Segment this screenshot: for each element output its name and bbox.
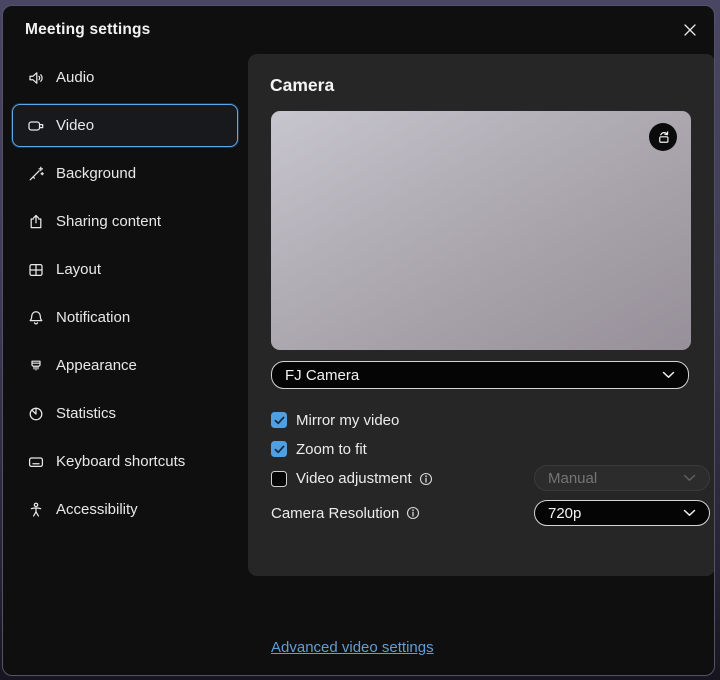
sidebar-item-sharing-content[interactable]: Sharing content	[12, 200, 238, 243]
adjustment-mode-value: Manual	[548, 470, 597, 487]
camera-resolution-label: Camera Resolution	[271, 505, 399, 522]
sidebar-item-label: Notification	[56, 309, 130, 326]
close-button[interactable]	[676, 16, 704, 44]
video-adjustment-label: Video adjustment	[296, 470, 412, 487]
camera-resolution-select[interactable]: 720p	[534, 500, 710, 526]
info-icon[interactable]	[406, 506, 420, 520]
close-icon	[683, 23, 697, 37]
sidebar-item-label: Audio	[56, 69, 94, 86]
flip-camera-icon	[655, 129, 672, 146]
dialog-title: Meeting settings	[25, 21, 151, 39]
settings-sidebar: Audio Video	[3, 56, 248, 536]
camera-device-select[interactable]: FJ Camera	[271, 361, 689, 389]
sidebar-item-notification[interactable]: Notification	[12, 296, 238, 339]
sidebar-item-keyboard-shortcuts[interactable]: Keyboard shortcuts	[12, 440, 238, 483]
camera-resolution-value: 720p	[548, 505, 581, 522]
chevron-down-icon	[662, 371, 675, 379]
zoom-to-fit-row: Zoom to fit	[271, 435, 691, 463]
dialog-titlebar: Meeting settings	[3, 6, 714, 52]
video-adjustment-checkbox[interactable]	[271, 471, 287, 487]
magic-wand-icon	[27, 165, 45, 183]
sidebar-item-label: Accessibility	[56, 501, 138, 518]
mirror-video-row: Mirror my video	[271, 406, 691, 434]
sidebar-item-label: Layout	[56, 261, 101, 278]
video-settings-panel: Camera FJ Camera	[248, 54, 715, 576]
paintbrush-icon	[27, 357, 45, 375]
sidebar-item-label: Sharing content	[56, 213, 161, 230]
video-options: Mirror my video Zoom to fit Video adjust…	[271, 406, 691, 527]
adjustment-mode-select: Manual	[534, 465, 710, 491]
video-adjustment-row: Video adjustment Manual	[271, 464, 691, 493]
share-screen-icon	[27, 213, 45, 231]
pie-chart-icon	[27, 405, 45, 423]
zoom-to-fit-label: Zoom to fit	[296, 441, 367, 458]
sidebar-item-statistics[interactable]: Statistics	[12, 392, 238, 435]
sidebar-item-appearance[interactable]: Appearance	[12, 344, 238, 387]
chevron-down-icon	[683, 509, 696, 517]
sidebar-item-accessibility[interactable]: Accessibility	[12, 488, 238, 531]
camera-resolution-row: Camera Resolution 720p	[271, 499, 691, 527]
video-camera-icon	[27, 117, 45, 135]
meeting-settings-dialog: Meeting settings Audio	[2, 5, 715, 676]
accessibility-person-icon	[27, 501, 45, 519]
layout-grid-icon	[27, 261, 45, 279]
keyboard-icon	[27, 453, 45, 471]
sidebar-item-video[interactable]: Video	[12, 104, 238, 147]
screen-backdrop: Meeting settings Audio	[0, 0, 720, 680]
camera-preview	[271, 111, 691, 350]
sidebar-item-label: Statistics	[56, 405, 116, 422]
sidebar-item-background[interactable]: Background	[12, 152, 238, 195]
sidebar-item-layout[interactable]: Layout	[12, 248, 238, 291]
mirror-video-label: Mirror my video	[296, 412, 399, 429]
flip-camera-button[interactable]	[649, 123, 677, 151]
sidebar-item-label: Appearance	[56, 357, 137, 374]
zoom-to-fit-checkbox[interactable]	[271, 441, 287, 457]
camera-device-value: FJ Camera	[285, 367, 359, 384]
section-heading: Camera	[270, 75, 334, 96]
sidebar-item-label: Video	[56, 117, 94, 134]
info-icon[interactable]	[419, 472, 433, 486]
advanced-video-settings-link[interactable]: Advanced video settings	[271, 639, 434, 656]
chevron-down-icon	[683, 474, 696, 482]
speaker-icon	[27, 69, 45, 87]
sidebar-item-label: Keyboard shortcuts	[56, 453, 185, 470]
bell-icon	[27, 309, 45, 327]
mirror-video-checkbox[interactable]	[271, 412, 287, 428]
sidebar-item-label: Background	[56, 165, 136, 182]
sidebar-item-audio[interactable]: Audio	[12, 56, 238, 99]
